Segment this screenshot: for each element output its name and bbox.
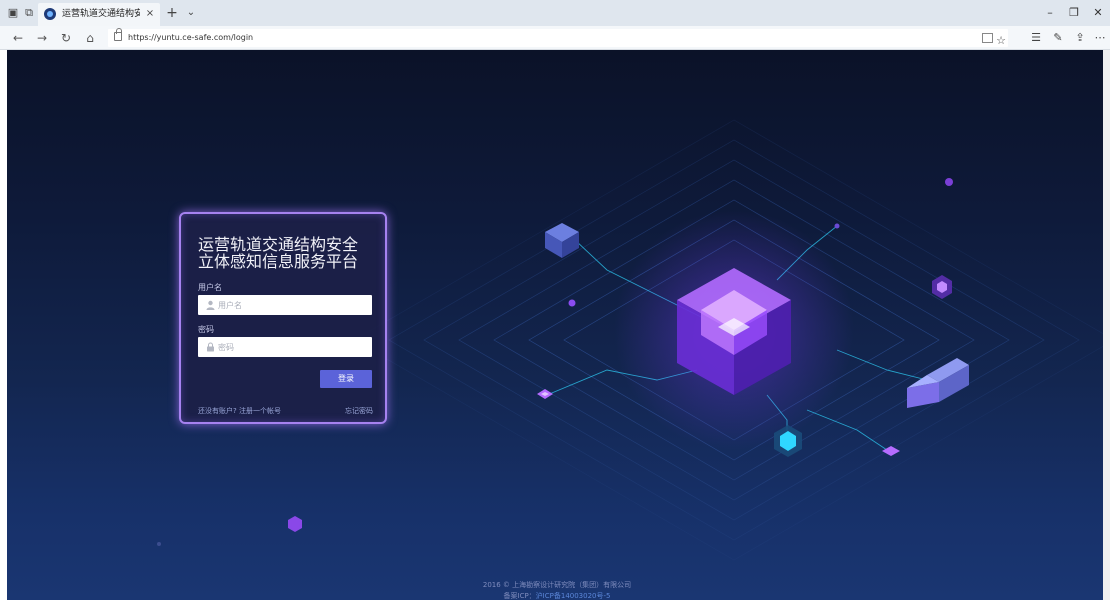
address-bar[interactable]: https://yuntu.ce-safe.com/login ☆ [108, 28, 1009, 49]
truck [907, 358, 969, 408]
user-icon [206, 300, 215, 310]
more-icon[interactable]: ⋯ [1092, 30, 1108, 46]
page-title: 运营轨道交通结构安全 立体感知信息服务平台 [198, 235, 359, 271]
particle-dot [945, 178, 953, 186]
restore-button[interactable]: ❐ [1065, 4, 1083, 22]
tab-bar: ▣ ⧉ 运营轨道交通结构安全 × + ⌄ – ❐ ✕ [0, 0, 1110, 26]
hexagon-right [932, 275, 952, 299]
tab-list-chevron-icon[interactable]: ⌄ [184, 5, 198, 21]
favorite-star-icon[interactable]: ☆ [993, 33, 1009, 49]
small-token-left [537, 389, 553, 399]
new-tab-button[interactable]: + [164, 5, 180, 21]
reading-view-icon[interactable] [982, 33, 993, 43]
isometric-city-illustration [157, 119, 1103, 561]
icp-prefix: 备案ICP： [503, 592, 536, 600]
register-link[interactable]: 还没有账户? 注册一个帐号 [198, 406, 281, 416]
footer-icp: 备案ICP：沪ICP备14003020号-5 [347, 591, 767, 600]
tab-title: 运营轨道交通结构安全 [62, 9, 140, 19]
password-label: 密码 [198, 325, 214, 334]
password-field[interactable] [198, 337, 372, 357]
icp-link[interactable]: 沪ICP备14003020号-5 [536, 592, 611, 600]
username-input[interactable] [218, 295, 368, 315]
forward-icon[interactable]: → [34, 30, 50, 46]
notes-icon[interactable]: ✎ [1050, 30, 1066, 46]
tab-close-icon[interactable]: × [144, 7, 156, 21]
password-input[interactable] [218, 337, 368, 357]
page-scrollbar[interactable] [1103, 50, 1110, 600]
sets-aside-icon[interactable]: ▣ [6, 6, 20, 20]
particle-dot [157, 542, 161, 546]
footer-copyright: 2016 © 上海勘察设计研究院（集团）有限公司 [482, 581, 632, 589]
browser-window: ▣ ⧉ 运营轨道交通结构安全 × + ⌄ – ❐ ✕ ← → ↻ ⌂ https… [0, 0, 1110, 600]
site-favicon-icon [44, 8, 56, 20]
url-text[interactable]: https://yuntu.ce-safe.com/login [128, 31, 253, 45]
particle-dot [834, 223, 840, 229]
close-window-button[interactable]: ✕ [1089, 4, 1107, 22]
tab-active[interactable]: 运营轨道交通结构安全 × [38, 3, 160, 26]
lock-icon [207, 342, 214, 352]
small-token-right [882, 446, 900, 456]
forgot-password-link[interactable]: 忘记密码 [345, 406, 373, 416]
share-icon[interactable]: ⇪ [1072, 30, 1088, 46]
lock-icon [114, 28, 122, 41]
favorites-hub-icon[interactable]: ☰ [1028, 30, 1044, 46]
navigation-bar: ← → ↻ ⌂ https://yuntu.ce-safe.com/login … [0, 26, 1110, 50]
refresh-icon[interactable]: ↻ [58, 30, 74, 46]
back-icon[interactable]: ← [10, 30, 26, 46]
username-field[interactable] [198, 295, 372, 315]
tab-preview-icon[interactable]: ⧉ [22, 6, 36, 20]
particle-dot [568, 299, 576, 307]
small-hex-bottom-left [288, 516, 302, 532]
login-card: 运营轨道交通结构安全 立体感知信息服务平台 用户名 密码 登录 还没有账户? 注… [179, 212, 387, 424]
username-label: 用户名 [198, 283, 222, 292]
minimize-button[interactable]: – [1041, 4, 1059, 22]
home-icon[interactable]: ⌂ [82, 30, 98, 46]
login-button[interactable]: 登录 [320, 370, 372, 388]
login-page: 运营轨道交通结构安全 立体感知信息服务平台 用户名 密码 登录 还没有账户? 注… [7, 50, 1103, 600]
